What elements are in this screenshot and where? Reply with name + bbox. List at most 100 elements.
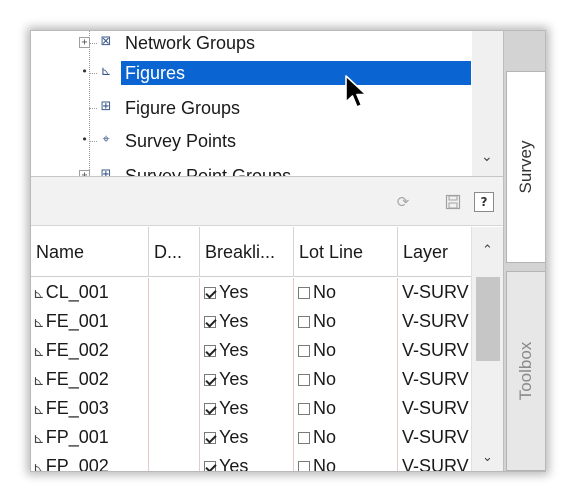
scrollbar-thumb[interactable] [476, 277, 500, 361]
lotline-value: No [313, 398, 337, 418]
checkbox-unchecked-icon[interactable] [298, 287, 310, 299]
breakline-value: Yes [219, 340, 249, 360]
tree-item-label: Survey Point Groups [125, 166, 292, 176]
column-header-breakline[interactable]: Breakli... [200, 227, 294, 277]
checkbox-checked-icon[interactable] [204, 316, 216, 328]
figure-name: FP_002 [45, 456, 109, 472]
figures-grid: Name D... Breakli... Lot Line Layer ⊾CL_… [31, 227, 503, 472]
chevron-down-icon[interactable]: ⌄ [482, 450, 493, 465]
figure-name: FE_001 [45, 311, 109, 331]
column-header-description[interactable]: D... [149, 227, 200, 277]
chevron-down-icon[interactable]: ⌄ [481, 149, 493, 165]
lotline-value: No [313, 311, 337, 331]
table-row[interactable]: ⊾FE_002 Yes No V-SURV [31, 336, 471, 365]
survey-point-groups-icon: ⊞ [100, 167, 112, 176]
checkbox-unchecked-icon[interactable] [298, 403, 310, 415]
column-header-name[interactable]: Name [31, 227, 149, 277]
lotline-value: No [313, 456, 337, 472]
figure-name: FE_003 [45, 398, 109, 418]
network-groups-icon: ⊠ [100, 34, 112, 49]
description-cell[interactable] [149, 394, 200, 423]
column-header-layer[interactable]: Layer [398, 227, 471, 277]
collapsed-node-icon[interactable]: • [79, 134, 90, 146]
survey-tree: + ⊠ Network Groups • ⊾ Figures ⊞ Figure … [31, 31, 503, 176]
figure-name: FP_001 [45, 427, 109, 447]
description-cell[interactable] [149, 278, 200, 307]
figure-icon: ⊾ [33, 315, 45, 331]
tree-item-label: Figure Groups [125, 98, 241, 118]
table-row[interactable]: ⊾FP_002 Yes No V-SURV [31, 452, 471, 472]
tab-label: Toolbox [516, 341, 535, 401]
layer-value[interactable]: V-SURV [398, 423, 471, 452]
figure-icon: ⊾ [33, 460, 45, 472]
checkbox-checked-icon[interactable] [204, 345, 216, 357]
figure-groups-icon: ⊞ [100, 99, 112, 114]
tree-item-figures[interactable]: • ⊾ Figures [31, 58, 471, 88]
figures-icon: ⊾ [100, 64, 112, 79]
figure-name: FE_002 [45, 369, 109, 389]
side-tab-strip: Survey Toolbox [503, 31, 545, 471]
checkbox-unchecked-icon[interactable] [298, 461, 310, 471]
collapsed-node-icon[interactable]: • [79, 66, 90, 78]
breakline-value: Yes [219, 311, 249, 331]
checkbox-checked-icon[interactable] [204, 374, 216, 386]
prospector-panel: + ⊠ Network Groups • ⊾ Figures ⊞ Figure … [30, 30, 546, 472]
grid-header: Name D... Breakli... Lot Line Layer [31, 227, 471, 277]
tab-label: Survey [516, 140, 535, 194]
grid-toolbar: ⟳ ? [31, 176, 503, 226]
description-cell[interactable] [149, 336, 200, 365]
layer-value[interactable]: V-SURV [398, 365, 471, 394]
layer-value[interactable]: V-SURV [398, 336, 471, 365]
column-header-lot-line[interactable]: Lot Line [294, 227, 398, 277]
figure-icon: ⊾ [33, 402, 45, 418]
lotline-value: No [313, 340, 337, 360]
figure-name: CL_001 [45, 282, 109, 302]
table-row[interactable]: ⊾FE_003 Yes No V-SURV [31, 394, 471, 423]
checkbox-checked-icon[interactable] [204, 432, 216, 444]
layer-value[interactable]: V-SURV [398, 307, 471, 336]
layer-value[interactable]: V-SURV [398, 452, 471, 471]
table-row[interactable]: ⊾FP_001 Yes No V-SURV [31, 423, 471, 452]
description-cell[interactable] [149, 452, 200, 471]
tree-item-survey-point-groups[interactable]: + ⊞ Survey Point Groups [31, 151, 471, 176]
lotline-value: No [313, 282, 337, 302]
checkbox-unchecked-icon[interactable] [298, 432, 310, 444]
tab-toolbox[interactable]: Toolbox [506, 271, 545, 471]
description-cell[interactable] [149, 365, 200, 394]
chevron-up-icon[interactable]: ⌃ [482, 243, 493, 258]
save-icon[interactable] [443, 192, 463, 212]
checkbox-unchecked-icon[interactable] [298, 374, 310, 386]
checkbox-checked-icon[interactable] [204, 461, 216, 471]
checkbox-checked-icon[interactable] [204, 403, 216, 415]
expand-icon[interactable]: + [79, 37, 90, 48]
layer-value[interactable]: V-SURV [398, 278, 471, 307]
breakline-value: Yes [219, 369, 249, 389]
help-button[interactable]: ? [474, 192, 494, 212]
table-row[interactable]: ⊾FE_001 Yes No V-SURV [31, 307, 471, 336]
breakline-value: Yes [219, 282, 249, 302]
checkbox-unchecked-icon[interactable] [298, 316, 310, 328]
checkbox-checked-icon[interactable] [204, 287, 216, 299]
breakline-value: Yes [219, 427, 249, 447]
refresh-icon[interactable]: ⟳ [393, 192, 413, 212]
tab-survey[interactable]: Survey [506, 71, 545, 263]
figure-icon: ⊾ [33, 431, 45, 447]
table-row[interactable]: ⊾CL_001 Yes No V-SURV [31, 278, 471, 307]
lotline-value: No [313, 427, 337, 447]
figure-icon: ⊾ [33, 344, 45, 360]
breakline-value: Yes [219, 456, 249, 472]
breakline-value: Yes [219, 398, 249, 418]
tree-item-figure-groups[interactable]: ⊞ Figure Groups [31, 93, 471, 123]
lotline-value: No [313, 369, 337, 389]
tree-item-label: Survey Points [125, 131, 237, 151]
survey-points-icon: ⌖ [102, 132, 110, 147]
tree-item-network-groups[interactable]: + ⊠ Network Groups [31, 31, 471, 58]
description-cell[interactable] [149, 307, 200, 336]
tree-scrollbar[interactable]: ⌄ [472, 31, 503, 176]
grid-scrollbar[interactable]: ⌃ ⌄ [471, 227, 503, 471]
description-cell[interactable] [149, 423, 200, 452]
checkbox-unchecked-icon[interactable] [298, 345, 310, 357]
layer-value[interactable]: V-SURV [398, 394, 471, 423]
table-row[interactable]: ⊾FE_002 Yes No V-SURV [31, 365, 471, 394]
tree-item-label: Figures [121, 61, 471, 85]
